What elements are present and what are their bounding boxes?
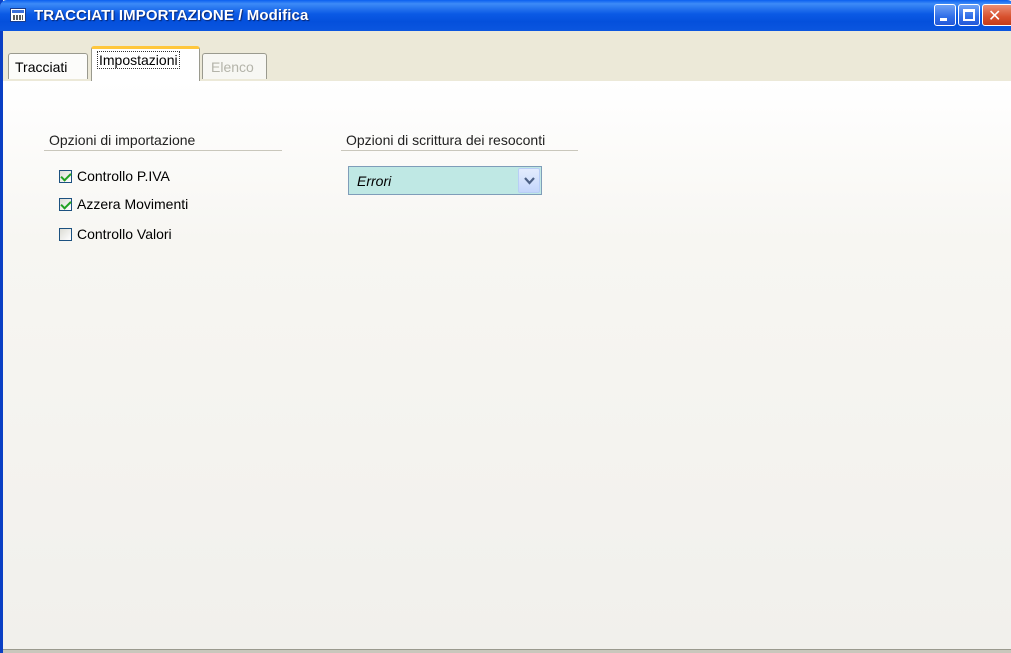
window-title: TRACCIATI IMPORTAZIONE / Modifica [34, 7, 309, 24]
close-button[interactable]: ✕ [982, 4, 1011, 26]
tab-label: Tracciati [15, 59, 68, 75]
tab-tracciati[interactable]: Tracciati [8, 53, 88, 79]
app-window: TRACCIATI IMPORTAZIONE / Modifica ✕ Trac… [0, 0, 1011, 653]
checkbox-label: Azzera Movimenti [77, 196, 189, 212]
minimize-button[interactable] [934, 4, 956, 26]
checkbox-azzera-movimenti[interactable]: Azzera Movimenti [59, 194, 188, 214]
checkbox-label: Controllo Valori [77, 226, 172, 242]
report-options-divider [341, 150, 578, 151]
chevron-down-icon [524, 177, 535, 185]
checkbox-unchecked-icon[interactable] [59, 227, 72, 241]
checkbox-controllo-piva[interactable]: Controllo P.IVA [59, 166, 170, 186]
import-options-divider [44, 150, 282, 151]
title-bar[interactable]: TRACCIATI IMPORTAZIONE / Modifica ✕ [0, 0, 1011, 31]
checkbox-controllo-valori[interactable]: Controllo Valori [59, 224, 172, 244]
report-mode-select[interactable]: Errori [348, 166, 542, 195]
checkbox-checked-icon[interactable] [59, 197, 72, 211]
maximize-button[interactable] [958, 4, 980, 26]
tab-impostazioni[interactable]: Impostazioni [91, 46, 200, 81]
minimize-icon [940, 18, 947, 21]
tab-elenco: Elenco [202, 53, 267, 79]
import-options-title: Opzioni di importazione [49, 132, 196, 148]
checkbox-label: Controllo P.IVA [77, 168, 170, 184]
report-mode-value: Errori [357, 173, 392, 189]
tab-strip: Tracciati Impostazioni Elenco [3, 31, 1011, 112]
app-window-icon[interactable] [10, 8, 26, 22]
window-bottom-border [3, 649, 1011, 653]
close-icon: ✕ [988, 6, 1002, 25]
checkbox-checked-icon[interactable] [59, 169, 72, 183]
tab-label: Impostazioni [97, 51, 180, 69]
tab-label: Elenco [211, 59, 254, 75]
dropdown-button[interactable] [518, 168, 540, 193]
report-options-title: Opzioni di scrittura dei resoconti [346, 132, 546, 148]
maximize-icon [963, 9, 975, 21]
